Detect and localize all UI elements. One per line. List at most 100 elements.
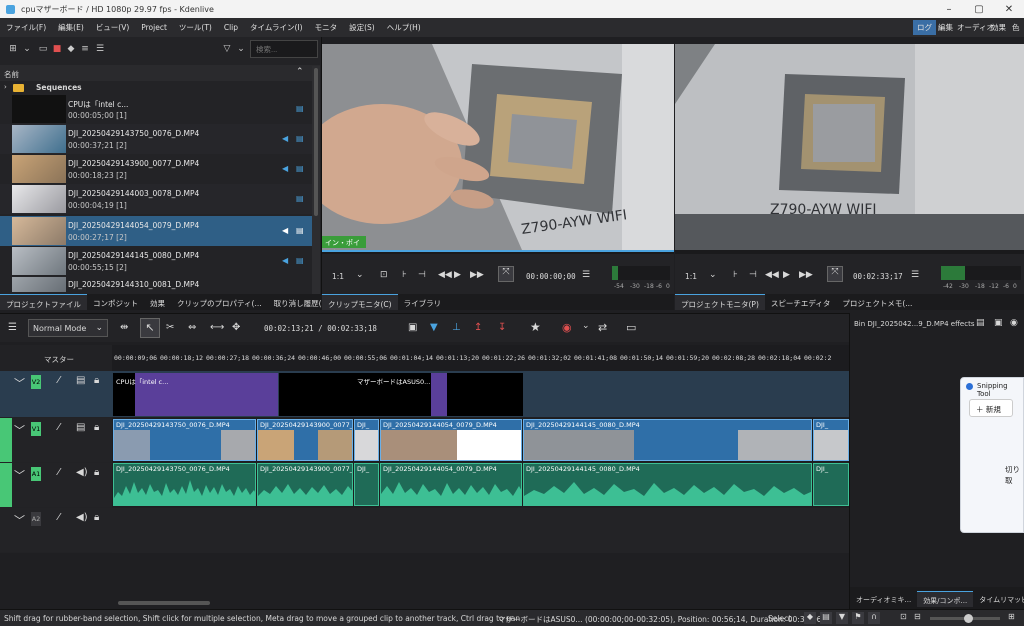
zoom-out-icon[interactable]: ⊟ xyxy=(914,612,921,621)
lock-icon[interactable]: 🔒︎ xyxy=(94,422,99,433)
bin-scrollbar[interactable] xyxy=(312,66,320,294)
audio-clip[interactable]: DJI_20250429144054_0079_D.MP4 xyxy=(380,463,522,506)
menu-help[interactable]: ヘルプ(H) xyxy=(387,22,421,33)
hamburger-icon[interactable]: ☰ xyxy=(95,44,105,54)
delete-icon[interactable]: ■ xyxy=(52,44,62,54)
play-icon[interactable]: ▶ xyxy=(454,270,461,280)
menu-icon[interactable]: ☰ xyxy=(911,270,919,280)
video-clip[interactable]: DJI_20250429144145_0080_D.MP4 xyxy=(523,419,812,461)
spacer-tool-icon[interactable]: ⇹ xyxy=(120,322,128,333)
eye-icon[interactable]: ◉ xyxy=(1010,318,1018,328)
title-clip[interactable] xyxy=(431,373,447,416)
effect-icon[interactable]: ⁄ xyxy=(58,375,60,386)
chevron-down-icon[interactable]: ⌄ xyxy=(236,44,246,54)
menu-file[interactable]: ファイル(F) xyxy=(6,22,46,33)
composite-icon[interactable]: ▣ xyxy=(408,322,417,333)
zoom-in-icon[interactable]: ⊞ xyxy=(1008,612,1015,621)
close-icon[interactable]: ✕ xyxy=(994,0,1024,18)
extract-icon[interactable]: ↧ xyxy=(498,322,506,333)
rewind-icon[interactable]: ◀◀ xyxy=(438,270,452,280)
menu-clip[interactable]: Clip xyxy=(224,23,238,32)
track-header-v1[interactable]: ﹀ V1 ⁄ ▤ 🔒︎ xyxy=(0,418,112,462)
film-icon[interactable]: ▤ xyxy=(76,375,85,386)
speaker-icon[interactable]: ◀) xyxy=(76,512,88,523)
snipping-tool-window[interactable]: Snipping Tool ＋ 新規 切り取 xyxy=(960,377,1024,533)
edit-mode-select[interactable]: Normal Mode ⌄ xyxy=(28,319,108,337)
video-clip[interactable]: DJI_20250429144054_0079_D.MP4 xyxy=(380,419,522,461)
collapse-icon[interactable]: ﹀ xyxy=(14,467,25,483)
compare-icon[interactable]: ▤ xyxy=(976,318,985,328)
menu-icon[interactable]: ≡ xyxy=(80,44,90,54)
tab-speech-editor[interactable]: スピーチエディタ xyxy=(765,294,836,310)
insert-icon[interactable]: ▼ xyxy=(430,322,438,333)
zoom-select[interactable]: 1:1 xyxy=(685,272,697,281)
timeline-scrollbar[interactable] xyxy=(0,598,849,608)
set-out-icon[interactable]: ⊣ xyxy=(749,270,757,280)
tab-project-monitor[interactable]: プロジェクトモニタ(P) xyxy=(675,294,765,310)
favorite-icon[interactable]: ★ xyxy=(530,320,541,334)
select-tool-icon[interactable]: ↖ xyxy=(140,318,160,338)
flag-icon[interactable]: ⚑ xyxy=(852,612,864,624)
menu-icon[interactable]: ☰ xyxy=(8,322,17,333)
tab-clip-properties[interactable]: クリップのプロパティ(... xyxy=(171,294,268,310)
effect-icon[interactable]: ⁄ xyxy=(58,422,60,433)
snipping-new-button[interactable]: ＋ 新規 xyxy=(969,399,1013,417)
marker-icon[interactable]: ▼ xyxy=(836,612,848,624)
bin-clip-row[interactable]: DJI_20250429143900_0077_D.MP4 00:00:18;2… xyxy=(0,154,312,184)
razor-tool-icon[interactable]: ✂ xyxy=(166,322,174,333)
track-header-a2[interactable]: ﹀ A2 ⁄ ◀) 🔒︎ xyxy=(0,508,112,552)
forward-icon[interactable]: ▶▶ xyxy=(799,270,813,280)
video-clip[interactable]: DJI_20250429143750_0076_D.MP4 xyxy=(113,419,256,461)
bin-search-input[interactable] xyxy=(250,40,318,58)
tag-icon[interactable]: ◆ xyxy=(804,612,816,624)
forward-icon[interactable]: ▶▶ xyxy=(470,270,484,280)
chevron-up-icon[interactable]: ⌃ xyxy=(296,67,304,77)
clip-monitor-video[interactable]: Z790-AYW WIFI xyxy=(322,44,674,250)
audio-clip[interactable]: DJI_ xyxy=(813,463,849,506)
lift-icon[interactable]: ↥ xyxy=(474,322,482,333)
menu-icon[interactable]: ☰ xyxy=(582,270,590,280)
audio-clip[interactable]: DJI_20250429143750_0076_D.MP4 xyxy=(113,463,256,506)
record-icon[interactable]: ◉ xyxy=(562,321,572,334)
bin-clip-row-selected[interactable]: DJI_20250429144054_0079_D.MP4 00:00:27;1… xyxy=(0,216,312,246)
clip-monitor-timecode[interactable]: 00:00:00;00 xyxy=(526,272,576,281)
workspace-effects[interactable]: 効果 xyxy=(987,20,1010,35)
add-clip-icon[interactable]: ⊞ xyxy=(8,44,18,54)
workspace-logging[interactable]: ログ xyxy=(913,20,936,35)
video-clip[interactable]: DJI_20250429143900_0077_D xyxy=(257,419,353,461)
bin-clip-row[interactable]: DJI_20250429143750_0076_D.MP4 00:00:37;2… xyxy=(0,124,312,154)
bin-clip-row[interactable]: DJI_20250429144145_0080_D.MP4 00:00:55;1… xyxy=(0,246,312,276)
track-header-v2[interactable]: ﹀ V2 ⁄ ▤ 🔒︎ xyxy=(0,371,112,417)
title-clip[interactable] xyxy=(447,373,523,416)
tab-library[interactable]: ライブラリ xyxy=(398,294,448,310)
tab-project-notes[interactable]: プロジェクトメモ(... xyxy=(836,294,918,310)
menu-edit[interactable]: 編集(E) xyxy=(58,22,84,33)
overwrite-icon[interactable]: ⊥ xyxy=(452,322,461,333)
set-out-icon[interactable]: ⊣ xyxy=(418,270,426,280)
film-icon[interactable]: ▤ xyxy=(76,422,85,433)
chevron-down-icon[interactable]: ⌄ xyxy=(582,321,590,331)
speaker-icon[interactable]: ◀) xyxy=(76,467,88,478)
minimize-icon[interactable]: – xyxy=(934,0,964,18)
video-clip[interactable]: DJI_ xyxy=(354,419,379,461)
audio-clip[interactable]: DJI_20250429144145_0080_D.MP4 xyxy=(523,463,812,506)
save-icon[interactable]: ▣ xyxy=(994,318,1003,328)
zoom-fit-icon[interactable]: ⤧ xyxy=(498,266,514,282)
folder-icon[interactable]: ▭ xyxy=(38,44,48,54)
track-header-a1[interactable]: ﹀ A1 ⁄ ◀) 🔒︎ xyxy=(0,463,112,507)
title-clip[interactable]: マザーボードはASUS0... xyxy=(279,373,431,416)
chevron-down-icon[interactable]: ⌄ xyxy=(22,44,32,54)
effect-icon[interactable]: ⁄ xyxy=(58,467,60,478)
tab-project-files[interactable]: プロジェクトファイル xyxy=(0,294,87,310)
video-clip[interactable]: DJI_ xyxy=(813,419,849,461)
sequences-folder[interactable]: › Sequences xyxy=(4,83,312,94)
workspace-color[interactable]: 色 xyxy=(1008,20,1024,35)
rewind-icon[interactable]: ◀◀ xyxy=(765,270,779,280)
subtitle-icon[interactable]: ▭ xyxy=(626,321,636,334)
zoom-slider[interactable] xyxy=(930,614,1000,623)
filter-icon[interactable]: ▽ xyxy=(222,44,232,54)
chevron-down-icon[interactable]: ⌄ xyxy=(356,270,364,280)
tab-audio-mixer[interactable]: オーディオミキ... xyxy=(850,591,917,607)
lock-icon[interactable]: 🔒︎ xyxy=(94,512,99,523)
menu-settings[interactable]: 設定(S) xyxy=(349,22,375,33)
